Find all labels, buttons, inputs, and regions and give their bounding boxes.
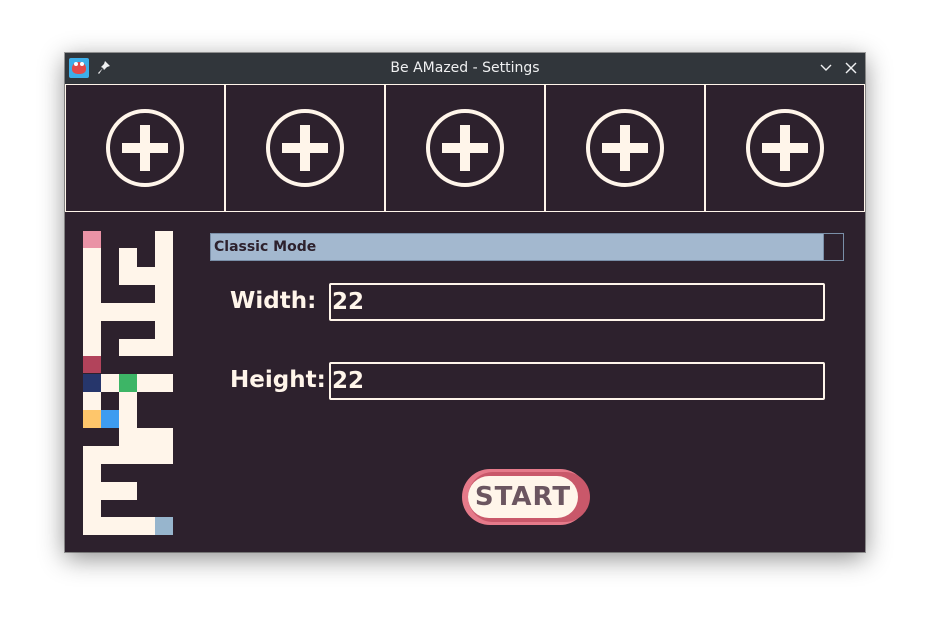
window-title: Be AMazed - Settings bbox=[390, 60, 540, 76]
mode-select-value: Classic Mode bbox=[214, 239, 317, 255]
dropdown-arrow-icon[interactable] bbox=[823, 234, 843, 260]
player-slot-1[interactable] bbox=[65, 84, 225, 212]
settings-window: Be AMazed - Settings Classic Mode Width:… bbox=[65, 53, 865, 552]
player-slot-4[interactable] bbox=[545, 84, 705, 212]
close-icon[interactable] bbox=[843, 60, 859, 76]
minimize-chevron-icon[interactable] bbox=[818, 60, 834, 76]
start-button-label: START bbox=[474, 482, 572, 512]
start-button[interactable]: START bbox=[462, 469, 591, 525]
width-input-value: 22 bbox=[332, 289, 365, 315]
height-label: Height: bbox=[230, 367, 326, 393]
player-slot-5[interactable] bbox=[705, 84, 865, 212]
player-slot-3[interactable] bbox=[385, 84, 545, 212]
title-bar[interactable]: Be AMazed - Settings bbox=[65, 53, 865, 84]
player-slots bbox=[65, 84, 865, 213]
width-input[interactable]: 22 bbox=[329, 283, 825, 321]
player-slot-2[interactable] bbox=[225, 84, 385, 212]
add-circle-icon bbox=[586, 109, 664, 187]
add-circle-icon bbox=[266, 109, 344, 187]
height-input[interactable]: 22 bbox=[329, 362, 825, 400]
add-circle-icon bbox=[746, 109, 824, 187]
add-circle-icon bbox=[426, 109, 504, 187]
height-input-value: 22 bbox=[332, 368, 365, 394]
mode-select[interactable]: Classic Mode bbox=[210, 233, 844, 261]
width-label: Width: bbox=[230, 288, 317, 314]
add-circle-icon bbox=[106, 109, 184, 187]
maze-logo-image bbox=[83, 231, 173, 535]
